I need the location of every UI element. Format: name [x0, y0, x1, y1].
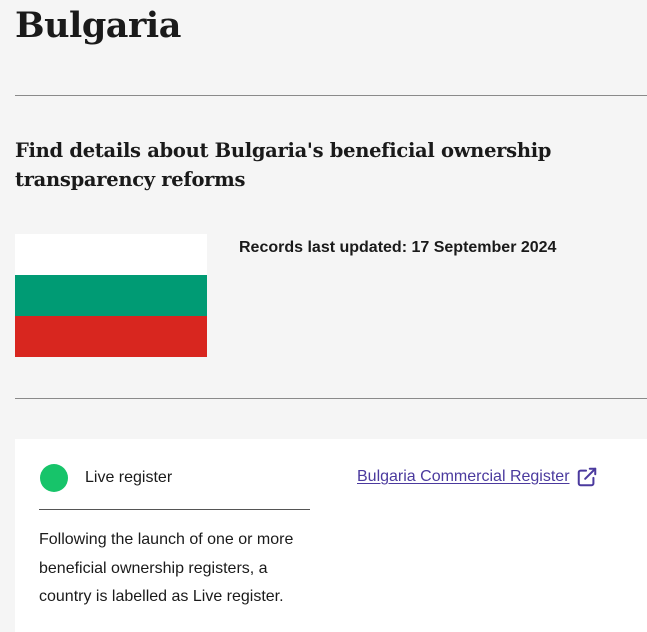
- live-status-dot-icon: [40, 464, 68, 492]
- top-divider: [15, 95, 647, 96]
- flag-white-band: [15, 234, 207, 275]
- card-divider: [39, 509, 310, 510]
- flag-green-band: [15, 275, 207, 316]
- flag-red-band: [15, 316, 207, 357]
- page-subtitle: Find details about Bulgaria's beneficial…: [15, 139, 552, 191]
- page-title: Bulgaria: [15, 5, 181, 46]
- records-updated-text: Records last updated: 17 September 2024: [239, 239, 557, 256]
- bulgaria-flag: [15, 234, 207, 357]
- country-page: Bulgaria Find details about Bulgaria's b…: [0, 0, 647, 632]
- external-link-icon: [576, 466, 598, 488]
- register-link-label: Bulgaria Commercial Register: [357, 468, 570, 485]
- status-label: Live register: [85, 469, 173, 486]
- status-description: Following the launch of one or more bene…: [39, 531, 294, 605]
- register-status-card: Live register Following the launch of on…: [15, 439, 647, 632]
- middle-divider: [15, 398, 647, 399]
- commercial-register-link[interactable]: Bulgaria Commercial Register: [357, 466, 598, 488]
